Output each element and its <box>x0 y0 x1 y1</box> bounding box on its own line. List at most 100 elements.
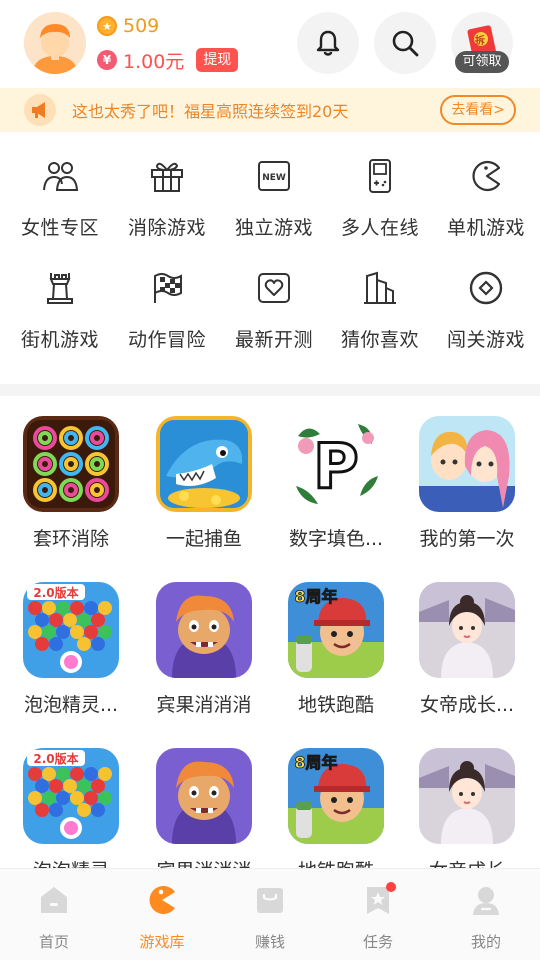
category-label: 街机游戏 <box>20 329 99 351</box>
gameboy-icon <box>369 159 391 193</box>
game-name: 女帝成长... <box>419 694 515 716</box>
category-label: 动作冒险 <box>127 329 206 351</box>
tab-earn-money[interactable]: 赚钱 <box>216 883 324 952</box>
game-name: 泡泡精灵 <box>4 856 138 868</box>
coloring-letter: P <box>313 430 358 503</box>
bell-icon <box>316 30 340 56</box>
game-card[interactable]: 宾果消消消 <box>137 748 271 868</box>
profile-icon <box>473 887 499 915</box>
tab-home[interactable]: 首页 <box>0 883 108 952</box>
category-arcade[interactable]: 街机游戏 <box>6 262 114 362</box>
category-multiplayer[interactable]: 多人在线 <box>326 150 434 250</box>
tab-tasks[interactable]: 任务 <box>324 883 432 952</box>
troll-bingo-thumbnail[interactable] <box>156 582 252 678</box>
money-value: 1.00元 <box>123 50 185 73</box>
coins-value: 509 <box>123 15 160 37</box>
game-card[interactable]: 我的第一次 <box>400 416 534 551</box>
shark-fishing-thumbnail[interactable] <box>156 416 252 512</box>
troll-bingo-thumbnail[interactable] <box>156 748 252 844</box>
category-label: 最新开测 <box>234 329 313 351</box>
task-notification-dot <box>386 882 396 892</box>
number-coloring-thumbnail[interactable]: P <box>288 416 384 512</box>
bubble-version-label: 2.0版本 <box>33 585 78 600</box>
tab-game-library[interactable]: 游戏库 <box>108 883 216 952</box>
withdraw-button[interactable]: 提现 <box>196 48 239 72</box>
empress-girl-thumbnail[interactable] <box>419 748 515 844</box>
heart-frame-icon <box>258 273 290 303</box>
tab-label: 首页 <box>38 933 69 951</box>
game-name: 宾果消消消 <box>137 856 271 868</box>
pacman-icon <box>149 886 175 914</box>
bubble-shooter-thumbnail[interactable]: 2.0版本 <box>23 582 119 678</box>
tab-label: 赚钱 <box>254 933 285 951</box>
game-name: 套环消除 <box>32 528 109 550</box>
rings-puzzle-thumbnail[interactable] <box>23 416 119 512</box>
pacman-icon <box>472 160 501 192</box>
red-packet-claim-label[interactable]: 可领取 <box>455 51 509 73</box>
target-diamond-icon <box>469 271 503 305</box>
section-divider <box>0 384 540 396</box>
game-name: 地铁跑酷 <box>297 694 374 716</box>
search-button[interactable] <box>374 12 436 74</box>
category-label: 闯关游戏 <box>446 329 525 351</box>
coin-icon: ★ <box>97 16 117 36</box>
search-icon <box>392 30 419 57</box>
subway-anniversary-label: 8周年 <box>294 753 337 772</box>
category-label: 女性专区 <box>20 217 99 239</box>
subway-anniversary-label: 8周年 <box>294 587 337 606</box>
game-card[interactable]: 8周年 地铁跑酷 <box>269 748 403 868</box>
category-action[interactable]: 动作冒险 <box>113 262 221 362</box>
bubble-shooter-thumbnail[interactable]: 2.0版本 <box>23 748 119 844</box>
category-new-test[interactable]: 最新开测 <box>220 262 328 362</box>
game-card[interactable]: 女帝成长... <box>400 582 534 717</box>
tab-label: 我的 <box>470 933 501 951</box>
game-card[interactable]: P 数字填色... <box>269 416 403 551</box>
subway-runner-thumbnail[interactable]: 8周年 <box>288 582 384 678</box>
notification-button[interactable] <box>297 12 359 74</box>
category-label: 独立游戏 <box>234 217 313 239</box>
game-card[interactable]: 8周年 地铁跑酷 <box>269 582 403 717</box>
game-name: 我的第一次 <box>419 528 515 550</box>
game-card[interactable]: 套环消除 <box>4 416 138 551</box>
bubble-version-label: 2.0版本 <box>33 751 78 766</box>
game-name: 数字填色... <box>288 528 384 550</box>
notice-view-button[interactable]: 去看看> <box>440 95 516 125</box>
category-female-zone[interactable]: 女性专区 <box>6 150 114 250</box>
category-elimination[interactable]: 消除游戏 <box>113 150 221 250</box>
game-card[interactable]: 2.0版本 泡泡精灵... <box>4 582 138 717</box>
buildings-icon <box>364 271 396 304</box>
category-indie[interactable]: NEW 独立游戏 <box>220 150 328 250</box>
empress-girl-thumbnail[interactable] <box>419 582 515 678</box>
yen-icon: ¥ <box>97 50 117 70</box>
game-name: 一起捕鱼 <box>165 528 242 550</box>
game-card[interactable]: 宾果消消消 <box>137 582 271 717</box>
game-name: 女帝成长 <box>400 856 534 868</box>
svg-text:NEW: NEW <box>262 173 286 183</box>
game-card[interactable]: 2.0版本 泡泡精灵 <box>4 748 138 868</box>
notice-banner[interactable]: 这也太秀了吧！福星高照连续签到20天 去看看> <box>0 88 540 132</box>
game-card[interactable]: 一起捕鱼 <box>137 416 271 551</box>
bottom-tab-bar: 首页 游戏库 赚钱 任务 我的 <box>0 868 540 960</box>
new-badge-icon: NEW <box>258 161 290 191</box>
category-recommend[interactable]: 猜你喜欢 <box>326 262 434 362</box>
category-level-clear[interactable]: 闯关游戏 <box>432 262 540 362</box>
tab-label: 游戏库 <box>139 933 185 951</box>
notice-text: 这也太秀了吧！福星高照连续签到20天 <box>72 102 349 121</box>
tab-mine[interactable]: 我的 <box>432 883 540 952</box>
header: ★ 509 ¥ 1.00元 提现 拆 可领取 <box>0 0 540 88</box>
game-name: 泡泡精灵... <box>23 694 119 716</box>
subway-runner-thumbnail[interactable]: 8周年 <box>288 748 384 844</box>
anime-couple-thumbnail[interactable] <box>419 416 515 512</box>
category-single-player[interactable]: 单机游戏 <box>432 150 540 250</box>
games-grid: 套环消除 一起捕鱼 P 数字填色... 我的第一次 2.0版本 泡泡精灵... … <box>0 396 540 868</box>
female-users-icon <box>43 162 79 191</box>
wallet-icon <box>257 888 283 913</box>
castle-tower-icon <box>47 273 73 304</box>
category-label: 消除游戏 <box>127 217 206 239</box>
coins-row[interactable]: ★ 509 <box>97 13 159 39</box>
user-avatar[interactable] <box>24 12 86 74</box>
game-card[interactable]: 女帝成长 <box>400 748 534 868</box>
game-name: 宾果消消消 <box>156 694 252 716</box>
game-name: 地铁跑酷 <box>269 856 403 868</box>
category-label: 多人在线 <box>340 217 419 239</box>
